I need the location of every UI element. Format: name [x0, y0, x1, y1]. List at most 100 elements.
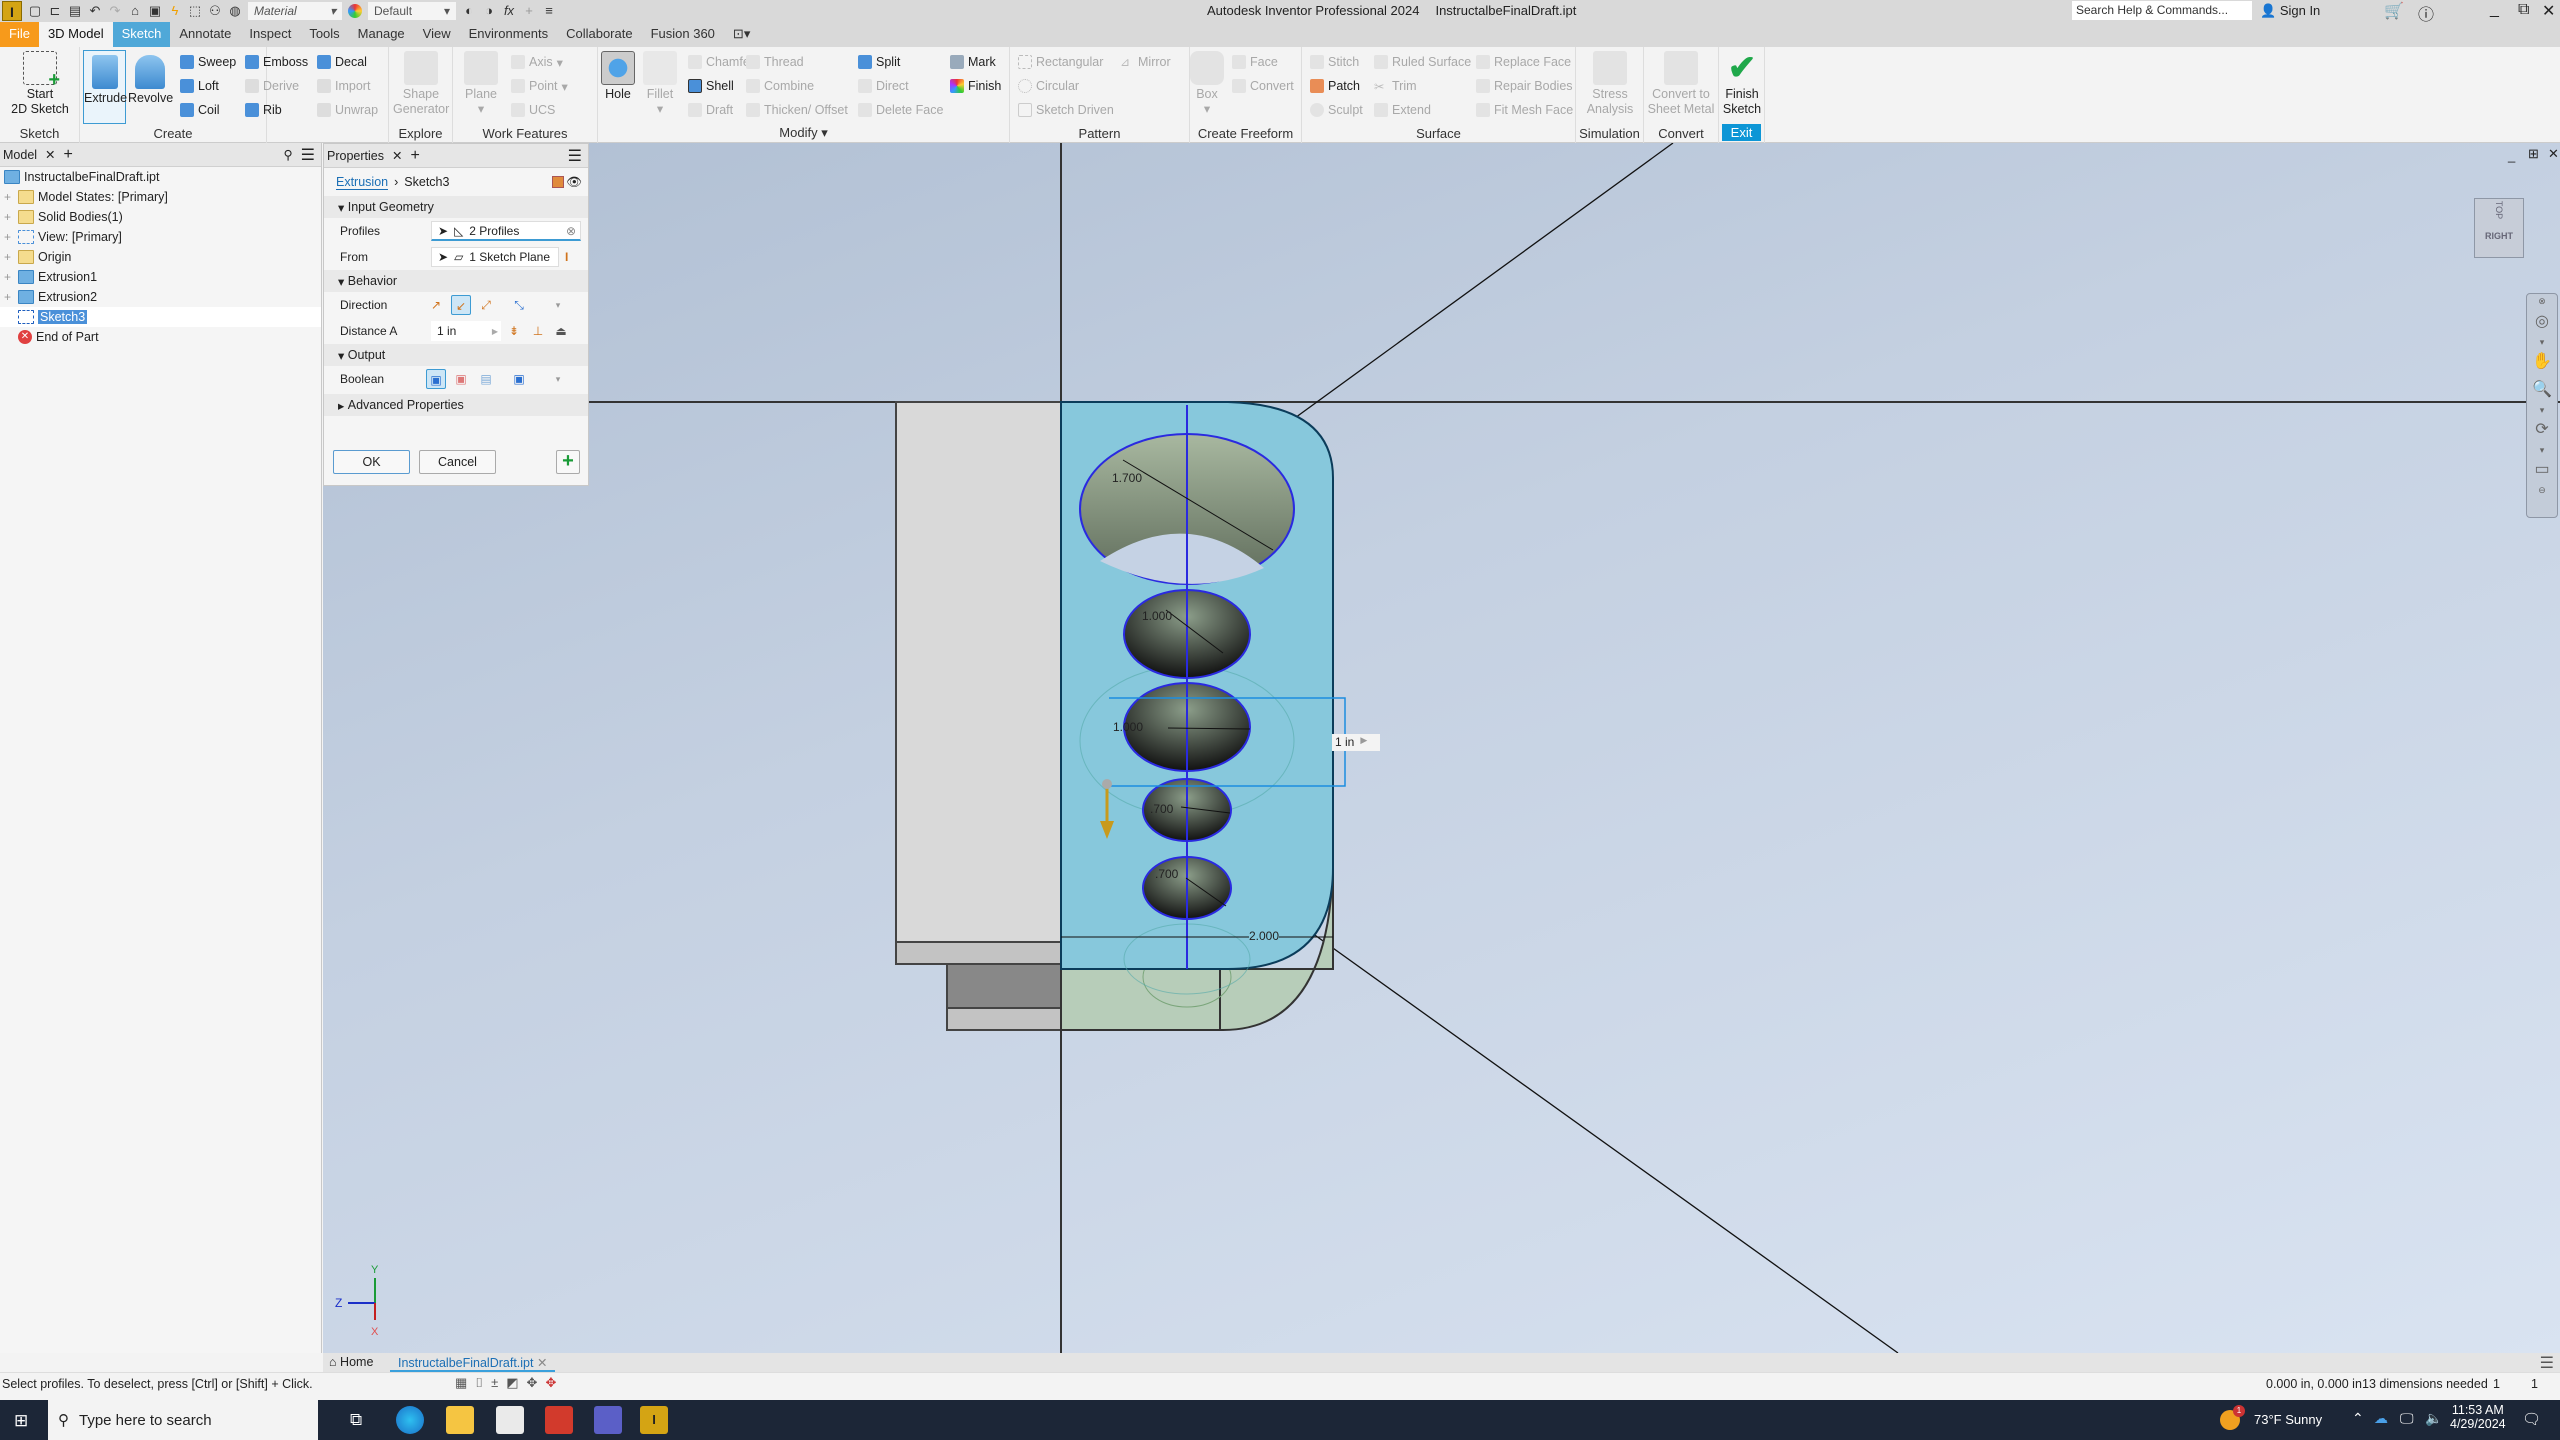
dimension-icon[interactable]: ±	[491, 1375, 498, 1391]
expand-icon[interactable]: +	[4, 210, 14, 224]
tree-item-part[interactable]: InstructalbeFinalDraft.ipt	[0, 167, 321, 187]
direction-symmetric-button[interactable]: ⤢	[476, 295, 496, 315]
search-browser-icon[interactable]: ⚲	[284, 147, 293, 162]
onedrive-icon[interactable]: ☁	[2374, 1410, 2388, 1427]
close-button[interactable]: ✕	[2542, 1, 2555, 21]
profiles-selector[interactable]: ➤ ◺ 2 Profiles ⊗	[431, 221, 581, 241]
document-tab[interactable]: InstructalbeFinalDraft.ipt ✕	[390, 1353, 556, 1372]
hole-button[interactable]: Hole	[598, 51, 638, 102]
chamfer-button[interactable]: Chamfer	[688, 52, 754, 72]
network-icon[interactable]: 🖵	[2400, 1410, 2414, 1427]
body-face-left[interactable]	[895, 401, 1062, 943]
coil-button[interactable]: Coil	[180, 100, 220, 120]
ms-store-icon[interactable]	[496, 1406, 524, 1434]
inventor-logo-icon[interactable]: I	[2, 1, 22, 21]
material-dropdown[interactable]: Material ▾	[248, 2, 342, 20]
draft-button[interactable]: Draft	[688, 100, 733, 120]
parameters-fx-icon[interactable]: fx	[502, 4, 516, 18]
nav-options-icon[interactable]: ⊖	[2527, 484, 2557, 496]
extend-button[interactable]: Extend	[1374, 100, 1431, 120]
tree-item-extrusion2[interactable]: + Extrusion2	[0, 287, 321, 307]
add-icon[interactable]: +	[522, 4, 536, 18]
edge-browser-icon[interactable]	[396, 1406, 424, 1434]
expand-icon[interactable]: +	[4, 290, 14, 304]
customize-qat-icon[interactable]: ≡	[542, 4, 556, 18]
distance-input-box[interactable]: 1 in ▶	[1332, 734, 1380, 751]
from-selector[interactable]: ➤ ▱ 1 Sketch Plane	[431, 247, 559, 267]
delete-face-button[interactable]: Delete Face	[858, 100, 943, 120]
tab-view[interactable]: View	[414, 22, 460, 47]
home-icon[interactable]: ⌂	[128, 4, 142, 18]
combine-button[interactable]: Combine	[746, 76, 814, 96]
axis-button[interactable]: Axis ▾	[511, 52, 563, 72]
model-canvas[interactable]	[323, 143, 2560, 1353]
material-icon[interactable]: ◍	[228, 4, 242, 18]
tab-collaborate[interactable]: Collaborate	[557, 22, 642, 47]
repair-bodies-button[interactable]: Repair Bodies	[1476, 76, 1573, 96]
boolean-dropdown-icon[interactable]: ▾	[548, 369, 568, 389]
clear-selection-icon[interactable]: ⊗	[566, 224, 576, 238]
tree-item-solid-bodies[interactable]: + Solid Bodies(1)	[0, 207, 321, 227]
finish-sketch-button[interactable]: ✔ Finish Sketch	[1721, 51, 1763, 117]
tab-model[interactable]: Model	[3, 148, 37, 162]
tab-sketch[interactable]: Sketch	[112, 22, 171, 47]
finish-button[interactable]: Finish	[950, 76, 1001, 96]
add-tab-icon[interactable]: +	[64, 146, 73, 164]
tab-fusion-360[interactable]: Fusion 360	[642, 22, 724, 47]
direction-default-button[interactable]: ↗	[426, 295, 446, 315]
import-button[interactable]: Import	[317, 76, 370, 96]
rectangular-pattern-button[interactable]: Rectangular	[1018, 52, 1103, 72]
inventor-taskbar-icon[interactable]: I	[640, 1406, 668, 1434]
breadcrumb-sketch[interactable]: Sketch3	[404, 175, 449, 189]
body-face-ledge[interactable]	[895, 941, 1062, 965]
browser-menu-icon[interactable]: ☰	[301, 145, 315, 165]
sculpt-button[interactable]: Sculpt	[1310, 100, 1363, 120]
box-button[interactable]: Box ▾	[1190, 51, 1224, 117]
dimension-2000[interactable]: 2.000	[1249, 929, 1280, 943]
close-model-tab-icon[interactable]: ✕	[45, 147, 55, 162]
expand-icon[interactable]: +	[4, 230, 14, 244]
direction-asymmetric-button[interactable]: ⤡	[509, 295, 529, 315]
distance-a-input[interactable]: 1 in ▶	[431, 321, 501, 341]
ucs-button[interactable]: UCS	[511, 100, 555, 120]
thicken-offset-button[interactable]: Thicken/ Offset	[746, 100, 848, 120]
properties-icon[interactable]: ▣	[148, 4, 162, 18]
windows-start-icon[interactable]: ⊞	[14, 1411, 28, 1431]
split-button[interactable]: Split	[858, 52, 900, 72]
distance-through-icon[interactable]: ⇟	[504, 321, 524, 341]
volume-icon[interactable]: 🔈	[2425, 1410, 2442, 1427]
distance-between-icon[interactable]: ⏏	[551, 321, 571, 341]
search-help-input[interactable]: Search Help & Commands...	[2072, 1, 2252, 20]
update-icon[interactable]: ϟ	[168, 4, 182, 18]
tree-item-origin[interactable]: + Origin	[0, 247, 321, 267]
boolean-intersect-button[interactable]: ▤	[476, 369, 496, 389]
tab-tools[interactable]: Tools	[300, 22, 348, 47]
expand-icon[interactable]: +	[4, 250, 14, 264]
notifications-icon[interactable]: 🗨	[2522, 1410, 2541, 1428]
weather-text[interactable]: 73°F Sunny	[2254, 1412, 2322, 1427]
nav-close-icon[interactable]: ⊗	[2527, 294, 2557, 308]
shape-generator-button[interactable]: Shape Generator	[393, 51, 449, 117]
replace-face-button[interactable]: Replace Face	[1476, 52, 1571, 72]
dof-icon[interactable]: ✥	[545, 1375, 556, 1391]
pan-hand-icon[interactable]: ✋	[2527, 348, 2557, 376]
dimension-700-a[interactable]: .700	[1150, 802, 1173, 816]
apply-add-button[interactable]: +	[556, 450, 580, 474]
new-file-icon[interactable]: ▢	[28, 4, 42, 18]
appearance-dropdown[interactable]: Default ▾	[368, 2, 456, 20]
show-constraints-icon[interactable]: ✥	[527, 1375, 538, 1391]
steering-wheel-icon[interactable]: ◎	[2527, 308, 2557, 336]
measure-icon[interactable]: ⚇	[208, 4, 222, 18]
from-to-icon[interactable]: I	[565, 250, 568, 264]
select-filter-icon[interactable]: ⬚	[188, 4, 202, 18]
direction-arrow-handle[interactable]	[1102, 779, 1112, 789]
fillet-button[interactable]: Fillet ▾	[640, 51, 680, 117]
section-behavior[interactable]: ▾ Behavior	[324, 270, 588, 292]
start-2d-sketch-button[interactable]: + Start 2D Sketch	[6, 51, 74, 117]
circular-pattern-button[interactable]: Circular	[1018, 76, 1079, 96]
ruled-surface-button[interactable]: Ruled Surface	[1374, 52, 1471, 72]
look-at-icon[interactable]: ▭	[2527, 456, 2557, 484]
cancel-button[interactable]: Cancel	[419, 450, 496, 474]
thread-button[interactable]: Thread	[746, 52, 804, 72]
revolve-button[interactable]: Revolve	[128, 51, 173, 106]
